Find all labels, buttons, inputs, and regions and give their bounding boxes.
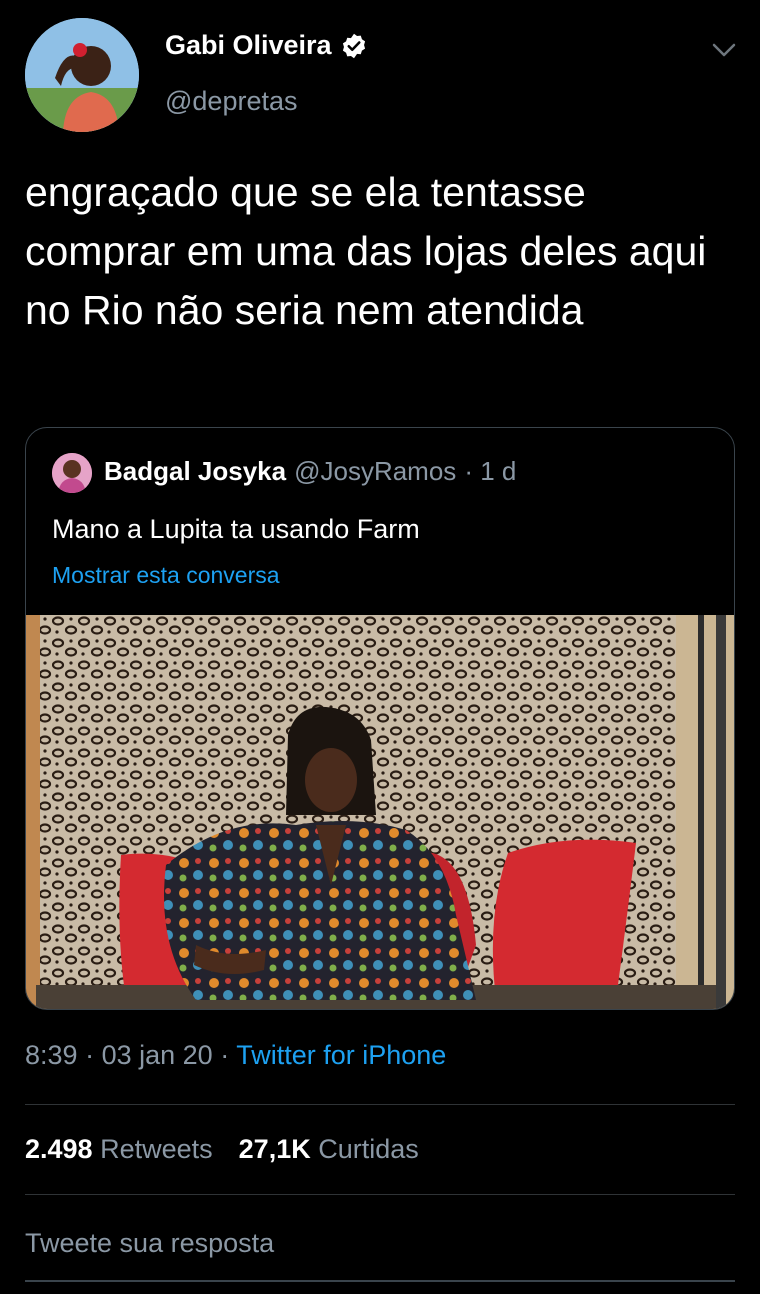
likes-stat[interactable]: 27,1K Curtidas — [239, 1134, 419, 1165]
tweet-time: 8:39 — [25, 1040, 78, 1070]
author-name[interactable]: Gabi Oliveira — [165, 30, 332, 61]
divider — [25, 1194, 735, 1195]
retweets-count: 2.498 — [25, 1134, 93, 1164]
show-thread-link[interactable]: Mostrar esta conversa — [52, 562, 280, 589]
quoted-author-avatar — [52, 453, 92, 493]
quoted-photo[interactable] — [26, 615, 734, 1010]
likes-count: 27,1K — [238, 1134, 311, 1164]
author-avatar[interactable] — [25, 18, 139, 132]
quoted-author-name: Badgal Josyka — [104, 456, 287, 486]
author-handle[interactable]: @depretas — [165, 86, 297, 117]
chevron-down-icon[interactable] — [708, 36, 740, 64]
reply-input[interactable]: Tweete sua resposta — [25, 1228, 274, 1259]
tweet-stats: 2.498 Retweets 27,1K Curtidas — [25, 1134, 419, 1165]
tweet-source-link[interactable]: Twitter for iPhone — [236, 1040, 446, 1070]
reply-underline — [25, 1280, 735, 1282]
tweet-date: 03 jan 20 — [101, 1040, 213, 1070]
divider — [25, 1104, 735, 1105]
likes-label: Curtidas — [318, 1134, 419, 1164]
retweets-stat[interactable]: 2.498 Retweets — [25, 1134, 213, 1165]
tweet-meta: 8:39 · 03 jan 20 · Twitter for iPhone — [25, 1040, 447, 1070]
quoted-tweet[interactable]: Badgal Josyka @JosyRamos · 1 d Mano a Lu… — [25, 427, 735, 1010]
verified-badge-icon — [342, 33, 365, 58]
quoted-author-handle: @JosyRamos — [294, 456, 457, 486]
tweet-text: engraçado que se ela tentasse comprar em… — [25, 169, 707, 333]
quoted-text: Mano a Lupita ta usando Farm — [52, 514, 420, 544]
retweets-label: Retweets — [100, 1134, 213, 1164]
quoted-age: · 1 d — [464, 456, 517, 486]
